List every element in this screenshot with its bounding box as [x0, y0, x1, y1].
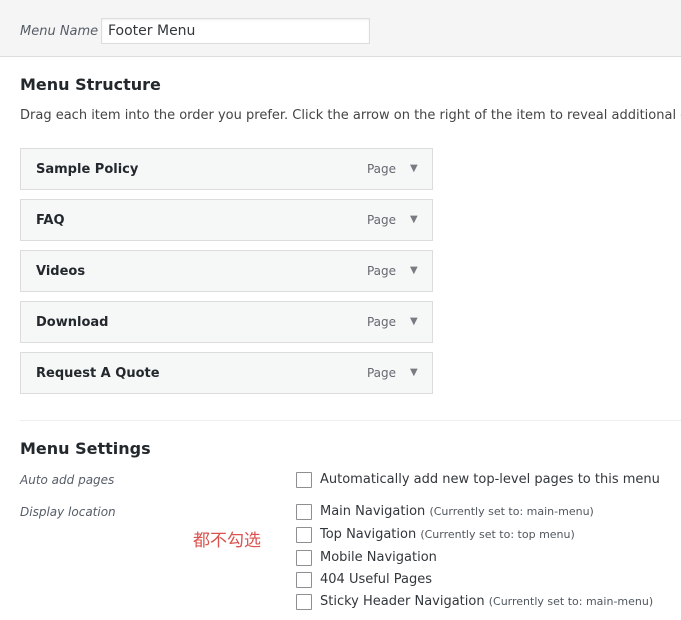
menu-item-title: FAQ — [36, 213, 65, 228]
menu-item-title: Videos — [36, 264, 86, 279]
location-label: Main Navigation (Currently set to: main-… — [320, 504, 594, 519]
auto-add-pages-text: Automatically add new top-level pages to… — [320, 472, 660, 487]
main-navigation-checkbox[interactable] — [296, 504, 312, 520]
menu-item-sample-policy[interactable]: Sample Policy Page ▼ — [20, 148, 433, 190]
display-location-label: Display location — [20, 505, 116, 519]
location-note: (Currently set to: main-menu) — [429, 505, 594, 518]
arrow-down-icon[interactable]: ▼ — [410, 266, 420, 276]
location-name: Main Navigation — [320, 504, 426, 519]
menu-name-label: Menu Name — [20, 24, 99, 39]
sticky-header-navigation-checkbox[interactable] — [296, 594, 312, 610]
404-useful-pages-checkbox[interactable] — [296, 572, 312, 588]
menu-item-videos[interactable]: Videos Page ▼ — [20, 250, 433, 292]
menu-item-type: Page — [366, 366, 396, 380]
location-note: (Currently set to: top menu) — [420, 528, 575, 541]
location-name: Mobile Navigation — [320, 550, 437, 565]
location-label: 404 Useful Pages — [320, 572, 432, 587]
menu-item-type: Page — [366, 315, 396, 329]
menu-settings-title: Menu Settings — [20, 439, 151, 458]
menu-item-type: Page — [366, 213, 396, 227]
location-label: Sticky Header Navigation (Currently set … — [320, 594, 653, 609]
menu-item-faq[interactable]: FAQ Page ▼ — [20, 199, 433, 241]
menu-editor-main: Menu Structure Drag each item into the o… — [0, 57, 681, 620]
annotation-note: 都不勾选 — [193, 531, 261, 551]
location-label: Top Navigation (Currently set to: top me… — [320, 527, 575, 542]
menu-item-download[interactable]: Download Page ▼ — [20, 301, 433, 343]
arrow-down-icon[interactable]: ▼ — [410, 164, 420, 174]
location-name: Sticky Header Navigation — [320, 594, 485, 609]
menu-structure-title: Menu Structure — [20, 75, 161, 94]
menu-item-title: Download — [36, 315, 109, 330]
menu-item-type: Page — [366, 162, 396, 176]
menu-item-title: Sample Policy — [36, 162, 139, 177]
menu-item-title: Request A Quote — [36, 366, 160, 381]
menu-item-type: Page — [366, 264, 396, 278]
arrow-down-icon[interactable]: ▼ — [410, 317, 420, 327]
auto-add-pages-checkbox[interactable] — [296, 472, 312, 488]
location-name: Top Navigation — [320, 527, 417, 542]
section-divider — [20, 420, 681, 421]
menu-item-request-a-quote[interactable]: Request A Quote Page ▼ — [20, 352, 433, 394]
drag-instructions: Drag each item into the order you prefer… — [20, 108, 681, 123]
menu-name-input[interactable] — [101, 18, 370, 44]
location-note: (Currently set to: main-menu) — [488, 595, 654, 608]
auto-add-pages-label: Auto add pages — [20, 473, 115, 487]
top-navigation-checkbox[interactable] — [296, 527, 312, 543]
mobile-navigation-checkbox[interactable] — [296, 550, 312, 566]
menu-name-bar: Menu Name — [0, 0, 681, 57]
arrow-down-icon[interactable]: ▼ — [410, 368, 420, 378]
location-name: 404 Useful Pages — [320, 572, 433, 587]
location-label: Mobile Navigation — [320, 550, 437, 565]
arrow-down-icon[interactable]: ▼ — [410, 215, 420, 225]
